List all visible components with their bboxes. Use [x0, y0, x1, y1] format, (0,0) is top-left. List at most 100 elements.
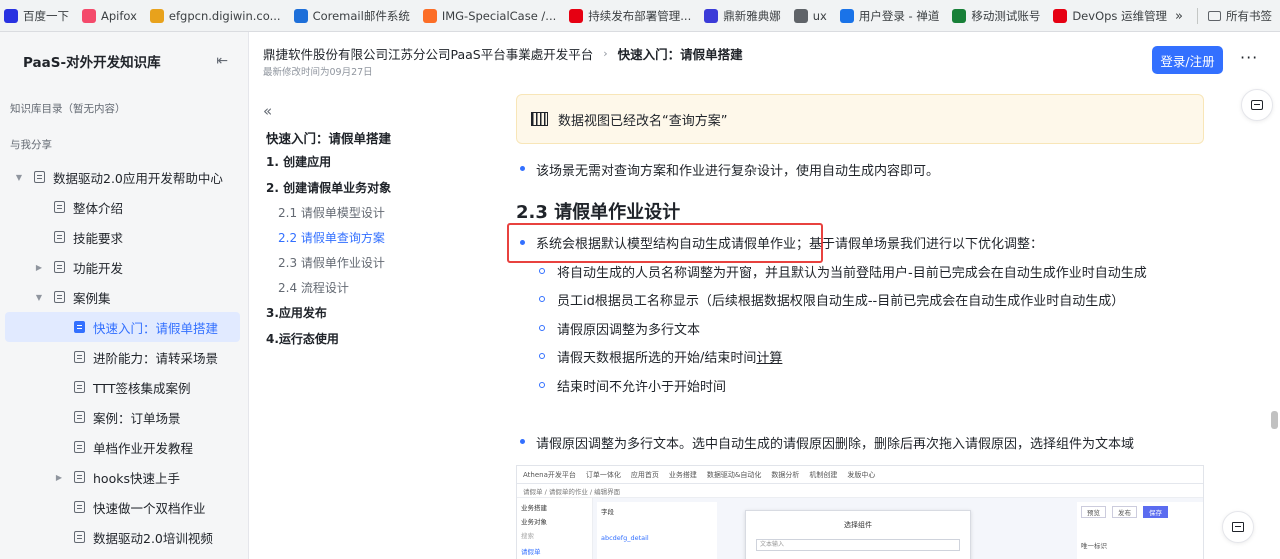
huawei-icon: [569, 8, 584, 23]
divider: [1197, 8, 1198, 24]
embed-left-title: 业务搭建: [521, 504, 547, 512]
bookmark-item[interactable]: 持续发布部署管理...: [569, 8, 691, 24]
embed-path: 请假单 / 请假单的作业 / 编辑界面: [517, 484, 1203, 498]
scrollbar-thumb[interactable]: [1271, 411, 1278, 429]
toc-item[interactable]: 2.3 请假单作业设计: [278, 254, 385, 271]
copy-button[interactable]: [1222, 511, 1254, 543]
tree-item[interactable]: ▶ hooks快速上手: [5, 462, 240, 492]
toc-item[interactable]: 2.1 请假单模型设计: [278, 204, 385, 221]
bookmark-label: 移动测试账号: [971, 8, 1041, 23]
bookmark-item[interactable]: Apifox: [82, 8, 137, 23]
embed-left-panel: 业务搭建 业务对象 搜索 请假单: [517, 498, 593, 559]
document-icon: [74, 321, 85, 333]
toc-item[interactable]: 2.2 请假单查询方案: [278, 229, 385, 246]
caret-right-icon[interactable]: ▶: [53, 473, 65, 482]
bookmark-item[interactable]: 鼎新雅典娜: [704, 8, 781, 24]
doc-tree: ▼ 数据驱动2.0应用开发帮助中心 整体介绍 技能要求 ▶ 功能开发 ▼ 案例集快速入门：请假…: [0, 162, 248, 552]
embed-nav-item: 数据分析: [771, 470, 800, 479]
tree-item[interactable]: ▼ 数据驱动2.0应用开发帮助中心: [5, 162, 240, 192]
embed-select-component-dialog: 选择组件 文本输入: [745, 510, 971, 559]
caret-down-icon[interactable]: ▼: [33, 293, 45, 302]
tree-item-label: hooks快速上手: [93, 470, 180, 486]
toc-item[interactable]: 快速入门：请假单搭建: [266, 128, 391, 147]
calc-link[interactable]: 计算: [756, 351, 782, 366]
paw-icon: [4, 8, 18, 23]
document-icon: [74, 351, 85, 363]
doc-content: 数据视图已经改名“查询方案” 该场景无需对查询方案和作业进行复杂设计，使用自动生…: [490, 90, 1250, 559]
document-icon: [34, 171, 45, 183]
sub-bullet-circle: [539, 268, 545, 274]
sub-bullet-circle: [539, 296, 545, 302]
bullet-dot: [520, 439, 525, 444]
embed-topbar: Athena开发平台 订单一体化 应用首页 业务搭建 数据驱动&自动化 数据分析 机制创建…: [517, 466, 1203, 484]
table-of-contents: « 快速入门：请假单搭建 1. 创建应用 2. 创建请假单业务对象 2.1 请假单模型…: [250, 90, 490, 559]
toc-item[interactable]: 2.4 流程设计: [278, 279, 349, 296]
more-bookmarks-button[interactable]: »: [1175, 9, 1183, 24]
toc-item[interactable]: 4.运行态使用: [266, 330, 339, 347]
bookmarks-bar: 百度一下 Apifox efgpcn.digiwin.co... Coremail邮件…: [0, 0, 1280, 32]
sub-bullet-circle: [539, 325, 545, 331]
breadcrumb: 鼎捷软件股份有限公司江苏分公司PaaS平台事業處开发平台 › 快速入门：请假单搭…: [263, 44, 743, 63]
tree-item[interactable]: 数据驱动2.0培训视频: [5, 522, 240, 552]
sub-bullet-text: 请假天数根据所选的开始/结束时间计算: [557, 347, 782, 366]
embedded-screenshot: Athena开发平台 订单一体化 应用首页 业务搭建 数据驱动&自动化 数据分析 机制创建…: [516, 465, 1204, 559]
collapse-sidebar-icon[interactable]: ⇤: [216, 53, 228, 69]
sub-bullet-text: 结束时间不允许小于开始时间: [557, 380, 727, 395]
highlighted-text: 系统会根据默认模型结构自动生成请假单作业；: [536, 237, 810, 252]
comment-button[interactable]: [1241, 89, 1273, 121]
tree-item[interactable]: ▶ 功能开发: [5, 252, 240, 282]
sub-bullet-text-a: 请假天数根据所选的开始/结束时间: [557, 351, 757, 366]
tree-item-label: 单档作业开发教程: [93, 440, 194, 456]
tree-item[interactable]: 案例：订单场景: [5, 402, 240, 432]
gitlab-icon: [422, 8, 437, 23]
bookmarks-overflow: » 所有书签: [1167, 0, 1272, 31]
tree-item[interactable]: 单档作业开发教程: [5, 432, 240, 462]
bookmark-item[interactable]: Coremail邮件系统: [293, 8, 410, 24]
more-options-button[interactable]: ···: [1240, 48, 1258, 67]
embed-nav: 订单一体化 应用首页 业务搭建 数据驱动&自动化 数据分析 机制创建 发版中心: [586, 470, 885, 480]
toc-item[interactable]: 3.应用发布: [266, 304, 327, 321]
embed-nav-item: 应用首页: [630, 470, 659, 479]
tree-item[interactable]: 快速做一个双档作业: [5, 492, 240, 522]
bullet-text: 请假原因调整为多行文本。选中自动生成的请假原因删除，删除后再次拖入请假原因，选择…: [536, 437, 1135, 452]
callout-text: 数据视图已经改名“查询方案”: [558, 113, 728, 129]
sub-bullet-text: 将自动生成的人员名称调整为开窗，并且默认为当前登陆用户-目前已完成会在自动生成作…: [557, 266, 1147, 281]
tree-item[interactable]: 快速入门：请假单搭建: [5, 312, 240, 342]
caret-down-icon[interactable]: ▼: [13, 173, 25, 182]
document-icon: [74, 441, 85, 453]
bookmark-item[interactable]: IMG-SpecialCase /...: [422, 8, 556, 23]
bookmark-item[interactable]: 百度一下: [4, 8, 69, 24]
tree-item-label: 案例集: [73, 290, 111, 306]
bookmark-item[interactable]: DevOps 运维管理...: [1053, 8, 1178, 24]
caret-right-icon[interactable]: ▶: [33, 263, 45, 272]
folder-icon: [1208, 11, 1221, 21]
tree-item[interactable]: 进阶能力：请转采场景: [5, 342, 240, 372]
login-register-button[interactable]: 登录/注册: [1152, 46, 1223, 74]
bullet-dot: [520, 166, 525, 171]
toc-item[interactable]: 1. 创建应用: [266, 153, 331, 170]
bookmark-item[interactable]: ux: [793, 8, 827, 23]
tree-item-label: 案例：订单场景: [93, 410, 181, 426]
document-icon: [54, 231, 65, 243]
toc-collapse-icon[interactable]: «: [263, 102, 272, 120]
bookmark-item[interactable]: 用户登录 - 禅道: [839, 8, 940, 24]
document-icon: [74, 501, 85, 513]
tree-item[interactable]: ▼ 案例集: [5, 282, 240, 312]
tree-item[interactable]: 整体介绍: [5, 192, 240, 222]
tree-item[interactable]: 技能要求: [5, 222, 240, 252]
bookmark-label: DevOps 运维管理...: [1072, 8, 1179, 23]
comment-icon: [1251, 100, 1263, 110]
toc-item[interactable]: 2. 创建请假单业务对象: [266, 179, 391, 196]
all-bookmarks-button[interactable]: 所有书签: [1226, 8, 1272, 24]
bookmark-item[interactable]: 移动测试账号: [952, 8, 1040, 24]
embed-button: 预览: [1081, 506, 1106, 518]
bookmark-label: 百度一下: [23, 8, 69, 23]
document-icon: [54, 291, 65, 303]
bookmark-label: 持续发布部署管理...: [588, 8, 692, 23]
bookmark-item[interactable]: efgpcn.digiwin.co...: [149, 8, 281, 23]
document-icon: [54, 261, 65, 273]
bookmark-label: Coremail邮件系统: [312, 8, 410, 23]
tree-item[interactable]: TTT签核集成案例: [5, 372, 240, 402]
breadcrumb-parent[interactable]: 鼎捷软件股份有限公司江苏分公司PaaS平台事業處开发平台: [263, 44, 593, 63]
bookmark-label: 用户登录 - 禅道: [858, 8, 940, 23]
